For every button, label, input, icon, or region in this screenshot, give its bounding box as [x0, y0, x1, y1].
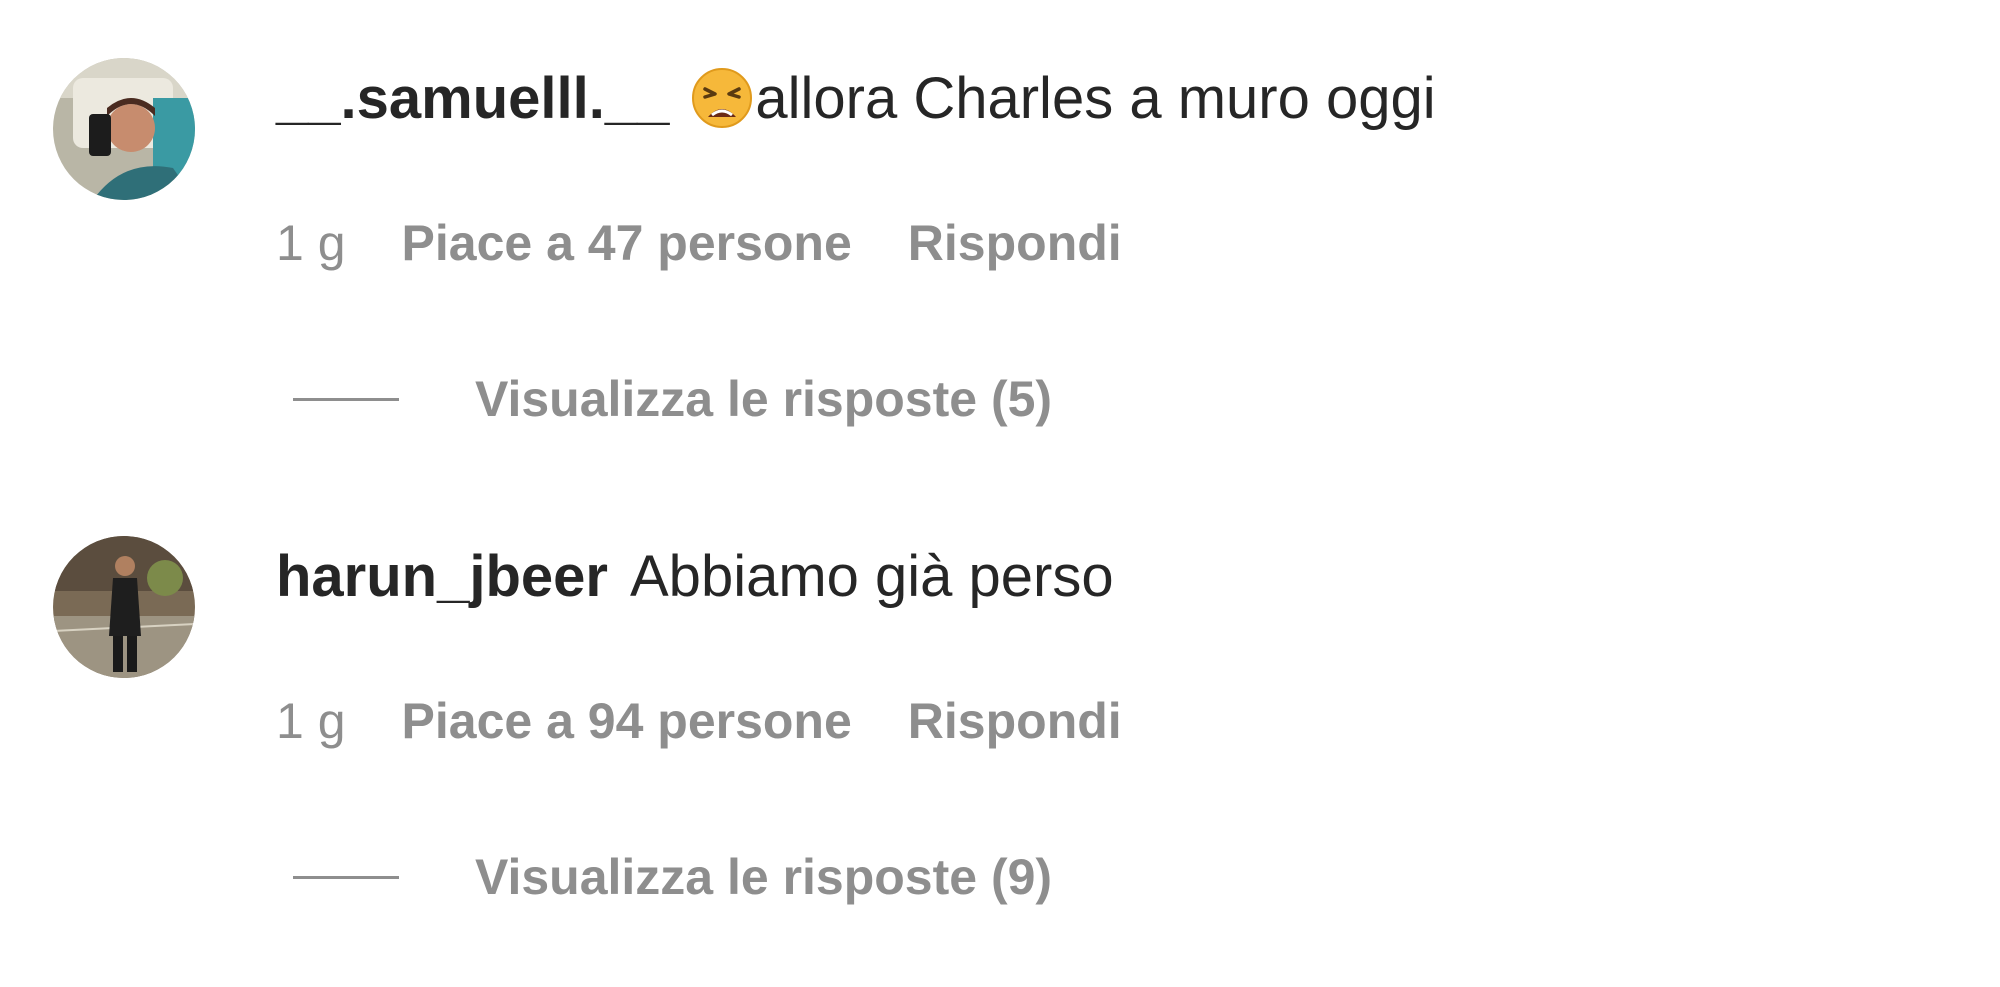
replies-divider	[293, 397, 399, 401]
user-avatar-selfie-car-icon	[53, 58, 195, 200]
comment-item: harun_jbeer Abbiamo già perso 1 g Piace …	[0, 478, 2000, 905]
comment-meta: 1 g Piace a 94 persone Rispondi	[276, 686, 1122, 756]
comment-line: __.samuelll.__ allora Charles a muro ogg…	[276, 60, 1436, 136]
view-replies-button[interactable]: Visualizza le risposte (5)	[293, 364, 1052, 434]
comment-item: __.samuelll.__ allora Charles a muro ogg…	[0, 0, 2000, 427]
replies-divider	[293, 875, 399, 879]
reply-button[interactable]: Rispondi	[908, 214, 1122, 272]
user-avatar-street-night-icon	[53, 536, 195, 678]
likes-count-link[interactable]: Piace a 94 persone	[402, 692, 852, 750]
view-replies-label: Visualizza le risposte (5)	[475, 371, 1053, 427]
comment-text: Abbiamo già perso	[630, 543, 1114, 609]
username-link[interactable]: harun_jbeer	[276, 543, 608, 610]
avatar[interactable]	[53, 536, 195, 678]
comment-meta: 1 g Piace a 47 persone Rispondi	[276, 208, 1122, 278]
comment-text: allora Charles a muro oggi	[755, 65, 1436, 131]
comment-line: harun_jbeer Abbiamo già perso	[276, 538, 1114, 614]
view-replies-button[interactable]: Visualizza le risposte (9)	[293, 842, 1052, 912]
avatar[interactable]	[53, 58, 195, 200]
likes-count-link[interactable]: Piace a 47 persone	[402, 214, 852, 272]
reply-button[interactable]: Rispondi	[908, 692, 1122, 750]
view-replies-label: Visualizza le risposte (9)	[475, 849, 1053, 905]
comment-timestamp: 1 g	[276, 693, 346, 749]
weary-face-emoji-icon	[691, 67, 753, 129]
comment-timestamp: 1 g	[276, 215, 346, 271]
username-link[interactable]: __.samuelll.__	[276, 65, 669, 132]
